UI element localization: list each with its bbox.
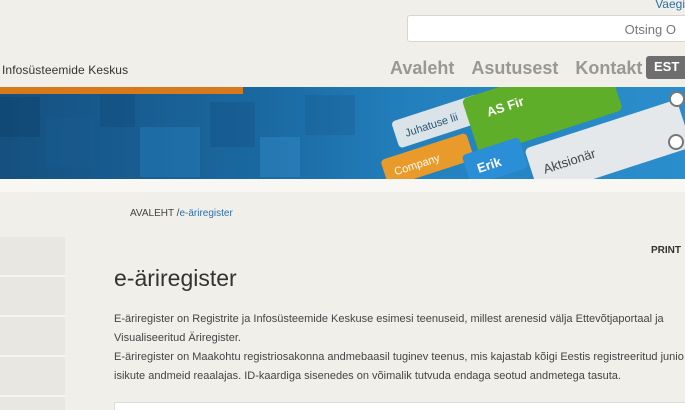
search-icon[interactable]: O — [666, 22, 676, 37]
sidebar-item[interactable] — [0, 317, 65, 357]
breadcrumb: AVALEHT /e-äriregister — [130, 208, 233, 219]
intro-text: E-äriregister on Registrite ja Infosüste… — [114, 310, 685, 386]
org-name: Infosüsteemide Keskus — [2, 63, 129, 77]
print-link[interactable]: PRINT — [651, 245, 681, 256]
page-title: e-äriregister — [114, 265, 237, 291]
intro-line: Visualiseeritud Äriregister. — [114, 332, 241, 344]
banner-illustration: Company Juhatuse lii AS Fir Erik Aktsion… — [0, 87, 685, 179]
language-button[interactable]: EST — [646, 56, 685, 79]
nav-item-avaleht[interactable]: Avaleht — [390, 58, 454, 79]
nav-item-asutusest[interactable]: Asutusest — [471, 58, 558, 79]
banner-bottom-band — [0, 179, 685, 192]
top-link[interactable]: Vaegi — [655, 0, 685, 11]
intro-line: E-äriregister on Registrite ja Infosüste… — [114, 313, 664, 325]
sidebar — [0, 237, 65, 410]
main-nav: Avaleht Asutusest Kontakt — [390, 58, 642, 79]
breadcrumb-home[interactable]: AVALEHT — [130, 208, 174, 219]
orange-accent-strip — [0, 87, 243, 94]
sidebar-item[interactable] — [0, 237, 65, 277]
intro-line: E-äriregister on Maakohtu registriosakon… — [114, 351, 684, 363]
intro-line: isikute andmeid reaalajas. ID-kaardiga s… — [114, 370, 621, 382]
search-input[interactable]: Otsing O — [407, 15, 685, 42]
breadcrumb-current[interactable]: e-äriregister — [179, 208, 232, 219]
sidebar-item[interactable] — [0, 357, 65, 397]
sidebar-item[interactable] — [0, 277, 65, 317]
search-placeholder: Otsing O — [624, 22, 676, 37]
content-box — [114, 402, 685, 410]
nav-item-kontakt[interactable]: Kontakt — [575, 58, 642, 79]
banner-image: Company Juhatuse lii AS Fir Erik Aktsion… — [0, 87, 685, 179]
